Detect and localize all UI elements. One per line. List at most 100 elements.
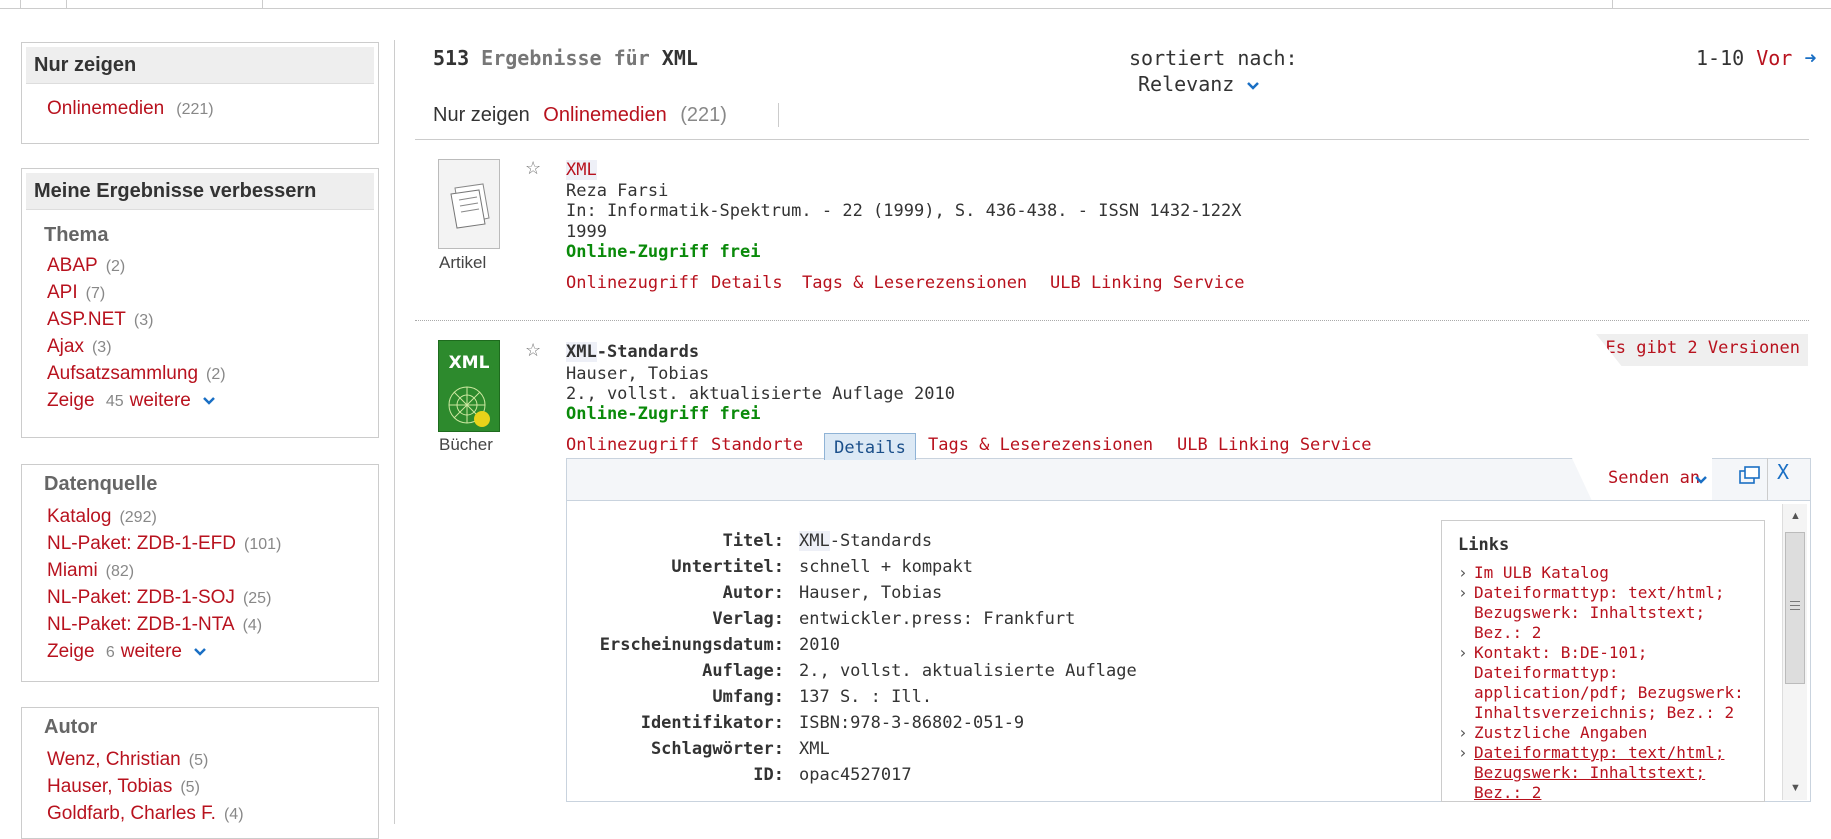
link-line[interactable]: Dateiformattyp: text/html; [1474, 743, 1724, 762]
scroll-down-icon[interactable]: ▼ [1790, 782, 1801, 794]
link-line[interactable]: application/pdf; Bezugswerk: [1474, 683, 1744, 702]
pagination-next-link[interactable]: Vor [1756, 46, 1792, 70]
link-line[interactable]: Dateiformattyp: [1474, 663, 1619, 682]
online-access-link[interactable]: Onlinezugriff [566, 273, 699, 293]
show-more-prefix[interactable]: Zeige [47, 641, 95, 662]
facet-item-count: (7) [85, 285, 106, 302]
show-more-prefix[interactable]: Zeige [47, 390, 95, 411]
star-icon[interactable]: ☆ [525, 340, 541, 361]
facet-item-label[interactable]: ASP.NET [47, 309, 126, 330]
facet-item[interactable]: Miami (82) [22, 558, 378, 585]
link-line[interactable]: Im ULB Katalog [1474, 563, 1609, 582]
facet-item[interactable]: Hauser, Tobias (5) [22, 774, 378, 801]
result-title-highlight[interactable]: XML [566, 160, 597, 180]
facet-item[interactable]: ABAP (2) [22, 253, 378, 280]
facet-item-label[interactable]: Miami [47, 560, 98, 581]
scroll-up-icon[interactable]: ▲ [1790, 510, 1801, 522]
facet-item-count: (292) [119, 509, 157, 526]
field-label: Schlagwörter: [650, 739, 784, 759]
chevron-down-icon[interactable] [1694, 475, 1708, 485]
field-value-rest: -Standards [829, 531, 933, 551]
link-item[interactable]: › Dateiformattyp: text/html; Bezugswerk: I… [1458, 583, 1764, 643]
link-line[interactable]: Bez.: 2 [1474, 623, 1541, 642]
facet-item-label[interactable]: Goldfarb, Charles F. [47, 803, 216, 824]
links-title: Links [1458, 535, 1510, 555]
chevron-down-icon[interactable] [1246, 81, 1260, 91]
link-line[interactable]: Dateiformattyp: text/html; [1474, 583, 1724, 602]
link-line[interactable]: Bezugswerk: Inhaltstext; [1474, 603, 1705, 622]
link-item[interactable]: › Zustzliche Angaben [1458, 723, 1764, 743]
facet-item-label[interactable]: Hauser, Tobias [47, 776, 172, 797]
facet-list-thema: ABAP (2) API (7) ASP.NET (3) Ajax (3) Aufsat… [22, 253, 378, 415]
facet-item-label[interactable]: Aufsatzsammlung [47, 363, 198, 384]
result-title-highlight[interactable]: XML [566, 342, 597, 362]
facet-item-label[interactable]: NL-Paket: ZDB-1-SOJ [47, 587, 235, 608]
result-title-rest[interactable]: -Standards [597, 342, 699, 362]
field-value: ISBN:978-3-86802-051-9 [799, 713, 1025, 733]
facet-item-label[interactable]: NL-Paket: ZDB-1-EFD [47, 533, 236, 554]
link-line[interactable]: Bez.: 2 [1474, 783, 1541, 801]
link-line[interactable]: Bezugswerk: Inhaltstext; [1474, 763, 1705, 782]
show-more-suffix[interactable]: weitere [130, 390, 191, 411]
field-value-link[interactable]: XML [799, 739, 830, 759]
facet-item-count: (2) [206, 366, 226, 383]
tags-reviews-link[interactable]: Tags & Leserezensionen [928, 435, 1153, 455]
link-line[interactable]: Zustzliche Angaben [1474, 723, 1647, 742]
field-label: ID: [753, 765, 784, 785]
details-link[interactable]: Details [711, 273, 783, 293]
field-label: Identifikator: [640, 713, 784, 733]
close-details-button[interactable]: X [1777, 460, 1789, 484]
facet-list-datenquelle: Katalog (292) NL-Paket: ZDB-1-EFD (101) Mi… [22, 504, 378, 666]
facet-item-label[interactable]: ABAP [47, 255, 98, 276]
show-more-datenquelle-button[interactable]: Zeige 6 weitere [22, 639, 378, 666]
details-tab-label[interactable]: Details [834, 438, 906, 458]
sort-dropdown[interactable]: Relevanz [1138, 72, 1260, 96]
external-window-icon[interactable] [1731, 460, 1767, 492]
versions-badge[interactable]: Es gibt 2 Versionen [1596, 334, 1808, 366]
facet-item[interactable]: API (7) [22, 280, 378, 307]
facet-item-label[interactable]: API [47, 282, 78, 303]
show-more-thema-button[interactable]: Zeige 45 weitere [22, 388, 378, 415]
online-access-link[interactable]: Onlinezugriff [566, 435, 699, 455]
active-filter-value[interactable]: Onlinemedien [543, 104, 666, 126]
tab-details-active[interactable]: Details [824, 433, 916, 460]
versions-badge-label[interactable]: Es gibt 2 Versionen [1606, 338, 1800, 358]
star-icon[interactable]: ☆ [525, 158, 541, 179]
facet-subtitle-autor: Autor [44, 716, 98, 738]
field-value-link[interactable]: Hauser, Tobias [799, 583, 942, 603]
locations-link[interactable]: Standorte [711, 435, 803, 455]
facet-item-count: (2) [105, 258, 126, 275]
sort-value[interactable]: Relevanz [1138, 72, 1234, 96]
facet-item[interactable]: NL-Paket: ZDB-1-NTA (4) [22, 612, 378, 639]
chevron-down-icon[interactable] [202, 396, 216, 406]
facet-item[interactable]: NL-Paket: ZDB-1-EFD (101) [22, 531, 378, 558]
show-more-suffix[interactable]: weitere [121, 641, 182, 662]
facet-item[interactable]: Katalog (292) [22, 504, 378, 531]
arrow-right-icon[interactable]: ➜ [1804, 46, 1816, 70]
facet-item[interactable]: NL-Paket: ZDB-1-SOJ (25) [22, 585, 378, 612]
link-item[interactable]: › Kontakt: B:DE-101; Dateiformattyp: applic… [1458, 643, 1764, 723]
facet-item[interactable]: Wenz, Christian (5) [22, 747, 378, 774]
send-to-label[interactable]: Senden an [1608, 468, 1700, 488]
linking-service-link[interactable]: ULB Linking Service [1050, 273, 1244, 293]
facet-item-onlinemedien[interactable]: Onlinemedien (221) [22, 96, 378, 123]
facet-item-label[interactable]: Ajax [47, 336, 84, 357]
facet-item-label[interactable]: Wenz, Christian [47, 749, 181, 770]
link-line[interactable]: Kontakt: B:DE-101; [1474, 643, 1647, 662]
scrollbar-thumb[interactable] [1785, 532, 1805, 684]
facet-item[interactable]: Ajax (3) [22, 334, 378, 361]
facet-item-label[interactable]: Onlinemedien [47, 98, 164, 119]
facet-item[interactable]: ASP.NET (3) [22, 307, 378, 334]
link-item[interactable]: › Im ULB Katalog [1458, 563, 1764, 583]
facet-item[interactable]: Aufsatzsammlung (2) [22, 361, 378, 388]
tags-reviews-link[interactable]: Tags & Leserezensionen [802, 273, 1027, 293]
linking-service-link[interactable]: ULB Linking Service [1177, 435, 1371, 455]
link-line[interactable]: Inhaltsverzeichnis; Bez.: 2 [1474, 703, 1734, 722]
result-title[interactable]: XML-Standards [566, 342, 699, 362]
facet-item-label[interactable]: Katalog [47, 506, 111, 527]
facet-item-label[interactable]: NL-Paket: ZDB-1-NTA [47, 614, 235, 635]
result-title[interactable]: XML [566, 160, 597, 180]
chevron-down-icon[interactable] [193, 647, 207, 657]
link-item[interactable]: › Dateiformattyp: text/html; Bezugswerk: I… [1458, 743, 1764, 801]
send-to-dropdown[interactable]: Senden an [1572, 458, 1712, 500]
